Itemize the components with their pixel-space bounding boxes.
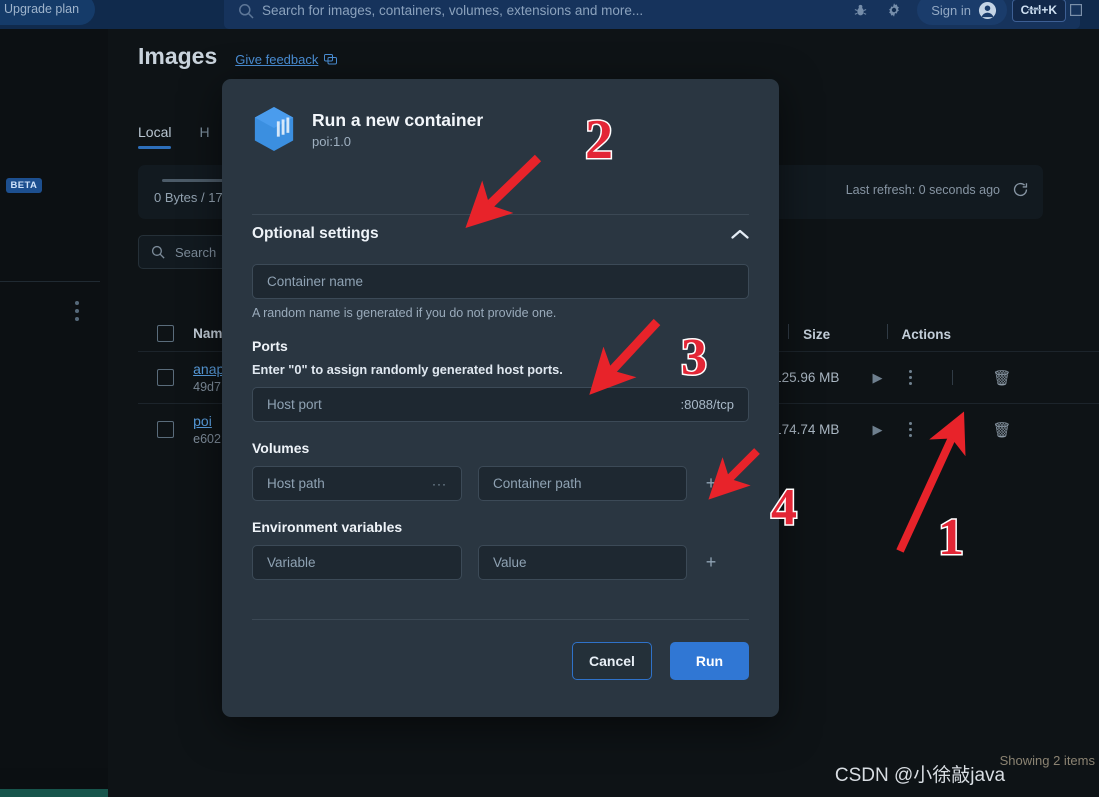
action-divider [951, 370, 953, 385]
host-port-placeholder: Host port [267, 397, 322, 412]
row-checkbox[interactable] [138, 421, 193, 438]
chevron-up-icon[interactable] [731, 229, 749, 240]
tab-local[interactable]: Local [138, 124, 172, 149]
sign-in-label: Sign in [931, 2, 971, 18]
host-path-browse-button[interactable]: ··· [432, 477, 447, 491]
dialog-footer-divider [252, 619, 749, 620]
give-feedback-label: Give feedback [235, 52, 319, 67]
dialog-divider [252, 214, 749, 215]
maximize-icon[interactable] [1055, 0, 1097, 27]
env-heading: Environment variables [252, 519, 403, 535]
cancel-button[interactable]: Cancel [572, 642, 652, 680]
run-image-play-button[interactable]: ▶ [873, 422, 883, 438]
container-name-placeholder: Container name [267, 274, 364, 289]
top-bar: Upgrade plan Search for images, containe… [0, 0, 1099, 29]
ports-heading: Ports [252, 338, 288, 354]
row-kebab-menu[interactable] [908, 370, 912, 385]
give-feedback-link[interactable]: Give feedback [235, 52, 338, 67]
action-divider [951, 422, 953, 437]
row-checkbox[interactable] [138, 369, 193, 386]
delete-image-button[interactable]: 🗑 [993, 421, 1012, 439]
row-actions: ▶ 🗑 [873, 421, 1099, 439]
delete-image-button[interactable]: 🗑 [993, 369, 1012, 387]
sign-in-button[interactable]: Sign in [917, 0, 1007, 25]
refresh-icon[interactable] [1012, 181, 1029, 198]
env-value-input[interactable]: Value [478, 545, 687, 580]
column-size: Size [774, 324, 872, 342]
sidebar-item-extensions[interactable]: entsBETA [0, 172, 43, 199]
top-bar-actions: Sign in [843, 0, 1097, 27]
optional-settings-section[interactable]: Optional settings [252, 225, 749, 243]
upgrade-plan-button[interactable]: Upgrade plan [0, 0, 96, 25]
host-port-field[interactable]: Host port :8088/tcp [252, 387, 749, 422]
add-env-button[interactable]: + [703, 552, 719, 573]
select-all-checkbox[interactable] [138, 324, 193, 342]
volumes-heading: Volumes [252, 440, 310, 456]
sidebar-status-strip [0, 789, 108, 797]
storage-usage-label: 0 Bytes / 174 [154, 190, 230, 205]
sidebar-divider [0, 281, 100, 282]
volumes-row: Host path ··· Container path + [252, 466, 749, 501]
search-icon [151, 245, 165, 259]
env-variable-placeholder: Variable [267, 555, 316, 570]
ports-hint: Enter "0" to assign randomly generated h… [252, 362, 563, 377]
dialog-title: Run a new container [312, 109, 484, 130]
env-variable-input[interactable]: Variable [252, 545, 462, 580]
column-divider [886, 324, 888, 339]
tabs: Local H [138, 124, 210, 149]
sidebar-kebab-menu[interactable] [75, 301, 79, 321]
container-path-placeholder: Container path [493, 476, 582, 491]
watermark: CSDN @小徐敲java [834, 765, 1006, 786]
app-root: Images Give feedback Local H 0 Bytes / 1… [0, 0, 1099, 797]
column-divider [788, 324, 790, 339]
account-icon [978, 1, 997, 19]
dialog-header: Run a new container poi:1.0 [222, 79, 779, 153]
add-volume-button[interactable]: + [703, 473, 719, 494]
container-name-hint: A random name is generated if you do not… [252, 306, 557, 320]
env-value-placeholder: Value [493, 555, 527, 570]
row-size: 174.74 MB [774, 422, 840, 437]
container-name-input[interactable]: Container name [252, 264, 749, 299]
container-port-value: :8088/tcp [680, 397, 735, 412]
dialog-footer: Cancel Run [572, 642, 749, 680]
table-search-placeholder: Search [175, 244, 217, 260]
container-cube-icon [254, 107, 294, 151]
dialog-subtitle: poi:1.0 [312, 133, 352, 149]
search-icon [239, 3, 254, 19]
optional-settings-label: Optional settings [252, 225, 379, 242]
showing-items-label: Showing 2 items [999, 753, 1095, 768]
row-kebab-menu[interactable] [908, 422, 912, 437]
feedback-icon [324, 54, 338, 65]
minimize-icon[interactable] [1013, 0, 1055, 27]
run-container-dialog: Run a new container poi:1.0 Optional set… [222, 79, 779, 717]
last-refresh-group: Last refresh: 0 seconds ago [846, 181, 1029, 198]
row-actions: ▶ 🗑 [873, 369, 1099, 387]
host-path-input[interactable]: Host path ··· [252, 466, 462, 501]
bug-icon[interactable] [843, 0, 877, 27]
host-path-placeholder: Host path [267, 476, 325, 491]
last-refresh-label: Last refresh: 0 seconds ago [845, 182, 1000, 197]
run-button[interactable]: Run [670, 642, 749, 680]
container-path-input[interactable]: Container path [478, 466, 687, 501]
gear-icon[interactable] [877, 0, 911, 27]
tab-hub[interactable]: H [199, 124, 209, 149]
run-image-play-button[interactable]: ▶ [873, 370, 883, 386]
sidebar: entsBETA ter ns [0, 29, 108, 797]
column-actions: Actions [873, 324, 1099, 342]
beta-badge: BETA [5, 178, 43, 193]
page-header: Images Give feedback [138, 43, 338, 70]
env-row: Variable Value + [252, 545, 749, 580]
page-title: Images [138, 43, 218, 69]
dialog-body: Container name A random name is generate… [252, 264, 749, 580]
row-size: 125.96 MB [774, 370, 840, 385]
